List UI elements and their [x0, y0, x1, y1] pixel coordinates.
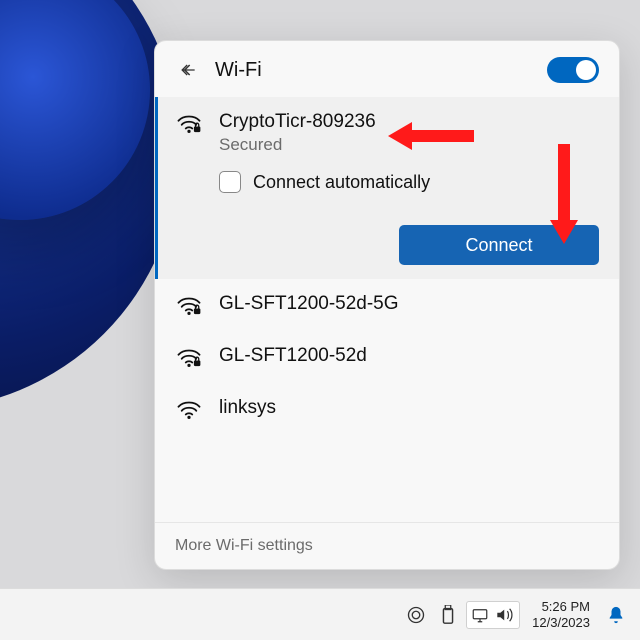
- wifi-toggle[interactable]: [547, 57, 599, 83]
- taskbar-date: 12/3/2023: [532, 615, 590, 631]
- network-volume-tray[interactable]: [466, 601, 520, 629]
- flyout-title: Wi-Fi: [215, 59, 262, 82]
- auto-connect-row[interactable]: Connect automatically: [219, 171, 599, 193]
- back-button[interactable]: [175, 57, 201, 83]
- wifi-lock-icon: [175, 293, 203, 317]
- volume-icon: [495, 606, 515, 624]
- notification-bell-icon[interactable]: [602, 601, 630, 629]
- back-arrow-icon: [178, 60, 198, 80]
- taskbar-time: 5:26 PM: [532, 599, 590, 615]
- wifi-lock-icon: [175, 111, 203, 135]
- creative-cloud-tray-icon[interactable]: [402, 601, 430, 629]
- network-item[interactable]: linksys: [155, 383, 619, 435]
- wifi-flyout: Wi-Fi CryptoTicr-809236: [154, 40, 620, 570]
- network-ssid: GL-SFT1200-52d: [219, 345, 599, 367]
- network-body: CryptoTicr-809236 Secured Connect automa…: [219, 111, 599, 193]
- network-security: Secured: [219, 135, 599, 155]
- wifi-icon: [175, 397, 203, 421]
- network-ssid: GL-SFT1200-52d-5G: [219, 293, 599, 315]
- connect-button[interactable]: Connect: [399, 225, 599, 265]
- taskbar-clock[interactable]: 5:26 PM 12/3/2023: [524, 599, 598, 630]
- network-ssid: CryptoTicr-809236: [219, 111, 599, 133]
- network-ssid: linksys: [219, 397, 599, 419]
- network-item[interactable]: GL-SFT1200-52d-5G: [155, 279, 619, 331]
- taskbar: 5:26 PM 12/3/2023: [0, 588, 640, 640]
- wifi-flyout-header: Wi-Fi: [155, 41, 619, 97]
- more-wifi-settings[interactable]: More Wi-Fi settings: [155, 522, 619, 569]
- usb-eject-tray-icon[interactable]: [434, 601, 462, 629]
- auto-connect-label: Connect automatically: [253, 172, 430, 193]
- auto-connect-checkbox[interactable]: [219, 171, 241, 193]
- network-item[interactable]: GL-SFT1200-52d: [155, 331, 619, 383]
- network-list: CryptoTicr-809236 Secured Connect automa…: [155, 97, 619, 522]
- network-tray-icon: [471, 606, 489, 624]
- connect-row: Connect: [155, 217, 619, 279]
- wifi-lock-icon: [175, 345, 203, 369]
- network-item-selected[interactable]: CryptoTicr-809236 Secured Connect automa…: [155, 97, 619, 217]
